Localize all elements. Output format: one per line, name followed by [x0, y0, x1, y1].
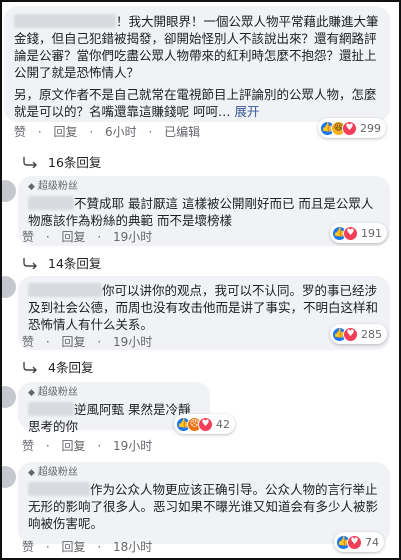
diamond-icon: ◆ — [28, 388, 35, 398]
comment-time[interactable]: 19小时 — [113, 439, 152, 453]
replies-count: 4条回复 — [48, 360, 94, 375]
like-link[interactable]: 赞 — [22, 439, 34, 453]
comment-time[interactable]: 6小时 — [105, 125, 137, 139]
reply-link[interactable]: 回复 — [62, 335, 86, 349]
reaction-count: 191 — [361, 226, 382, 240]
edited-label: 已编辑 — [164, 125, 201, 139]
comments-panel: ！我大開眼界！一個公眾人物平常藉此賺進大筆金錢，但自己犯錯被揭發，卻開始怪別人不… — [0, 0, 401, 560]
comment-bubble: ◆ 超级粉丝 作为公众人物更应该正确引导。公众人物的言行举止无形的影响了很多人。恶… — [18, 462, 390, 544]
reaction-summary[interactable]: 👍 😠 ♥ 42 — [174, 414, 235, 434]
reaction-summary[interactable]: 👍 ♥ 285 — [330, 324, 387, 344]
comment-text: 另，原文作者不是自己就常在電視節目上評論別的公眾人物，怎麼就是可以的？名嘴還靠這… — [14, 87, 377, 119]
reply-link[interactable]: 回复 — [62, 230, 86, 244]
reaction-count: 42 — [216, 417, 230, 431]
comment-time[interactable]: 19小时 — [113, 230, 152, 244]
reply-arrow-icon — [23, 361, 37, 373]
comment-actions: 赞 · 回复 · 18小时 — [22, 540, 153, 554]
like-link[interactable]: 赞 — [14, 125, 26, 139]
love-reaction-icon: ♥ — [343, 225, 358, 241]
like-link[interactable]: 赞 — [22, 540, 34, 554]
reply-link[interactable]: 回复 — [62, 439, 86, 453]
reaction-summary[interactable]: 👍 😆 ♥ 299 — [318, 118, 386, 138]
comment-actions: 赞 · 回复 · 19小时 — [22, 230, 153, 244]
avatar[interactable] — [2, 466, 16, 488]
top-fan-badge: ◆ 超级粉丝 — [28, 387, 78, 398]
comment-text: 不贊成耶 最討厭這 這樣被公開剛好而已 而且是公眾人物應該作為粉絲的典範 而不是… — [28, 196, 374, 228]
view-replies-link[interactable]: 14条回复 — [22, 253, 101, 272]
top-fan-badge: ◆ 超级粉丝 — [28, 181, 78, 192]
diamond-icon: ◆ — [28, 468, 35, 478]
replies-count: 16条回复 — [48, 155, 102, 170]
like-link[interactable]: 赞 — [22, 230, 34, 244]
comment-time[interactable]: 19小时 — [113, 335, 152, 349]
reply-arrow-icon — [23, 257, 37, 269]
like-link[interactable]: 赞 — [22, 335, 34, 349]
reply-link[interactable]: 回复 — [62, 540, 86, 554]
reaction-count: 285 — [361, 327, 382, 341]
avatar[interactable] — [2, 276, 16, 298]
love-reaction-icon: ♥ — [343, 326, 358, 342]
reaction-summary[interactable]: 👍 ♥ 74 — [334, 532, 384, 552]
diamond-icon: ◆ — [28, 182, 35, 192]
commenter-name[interactable] — [14, 14, 116, 28]
reaction-count: 299 — [360, 121, 381, 135]
comment-actions: 赞 · 回复 · 19小时 — [22, 335, 153, 349]
comment-bubble-continued: 另，原文作者不是自己就常在電視節目上評論別的公眾人物，怎麼就是可以的？名嘴還靠這… — [4, 82, 390, 122]
comment-actions: 赞 · 回复 · 6小时 · 已编辑 — [14, 125, 201, 139]
commenter-name[interactable] — [28, 283, 102, 297]
comment-time[interactable]: 18小时 — [113, 540, 152, 554]
commenter-name[interactable] — [28, 196, 74, 210]
avatar[interactable] — [2, 386, 16, 408]
commenter-name[interactable] — [28, 482, 90, 496]
avatar[interactable] — [2, 180, 16, 202]
love-reaction-icon: ♥ — [347, 534, 362, 550]
comment-actions: 赞 · 回复 · 19小时 — [22, 439, 153, 453]
reply-link[interactable]: 回复 — [54, 125, 78, 139]
reaction-summary[interactable]: 👍 ♥ 191 — [330, 223, 387, 243]
top-fan-badge: ◆ 超级粉丝 — [28, 467, 78, 478]
view-replies-link[interactable]: 16条回复 — [22, 152, 101, 171]
view-replies-link[interactable]: 4条回复 — [22, 357, 93, 376]
love-reaction-icon: ♥ — [198, 416, 213, 432]
reply-arrow-icon — [23, 156, 37, 168]
love-reaction-icon: ♥ — [342, 120, 357, 136]
see-more-link[interactable]: 展开 — [234, 104, 259, 119]
reaction-count: 74 — [365, 535, 379, 549]
commenter-name[interactable] — [28, 402, 74, 416]
replies-count: 14条回复 — [48, 256, 102, 271]
